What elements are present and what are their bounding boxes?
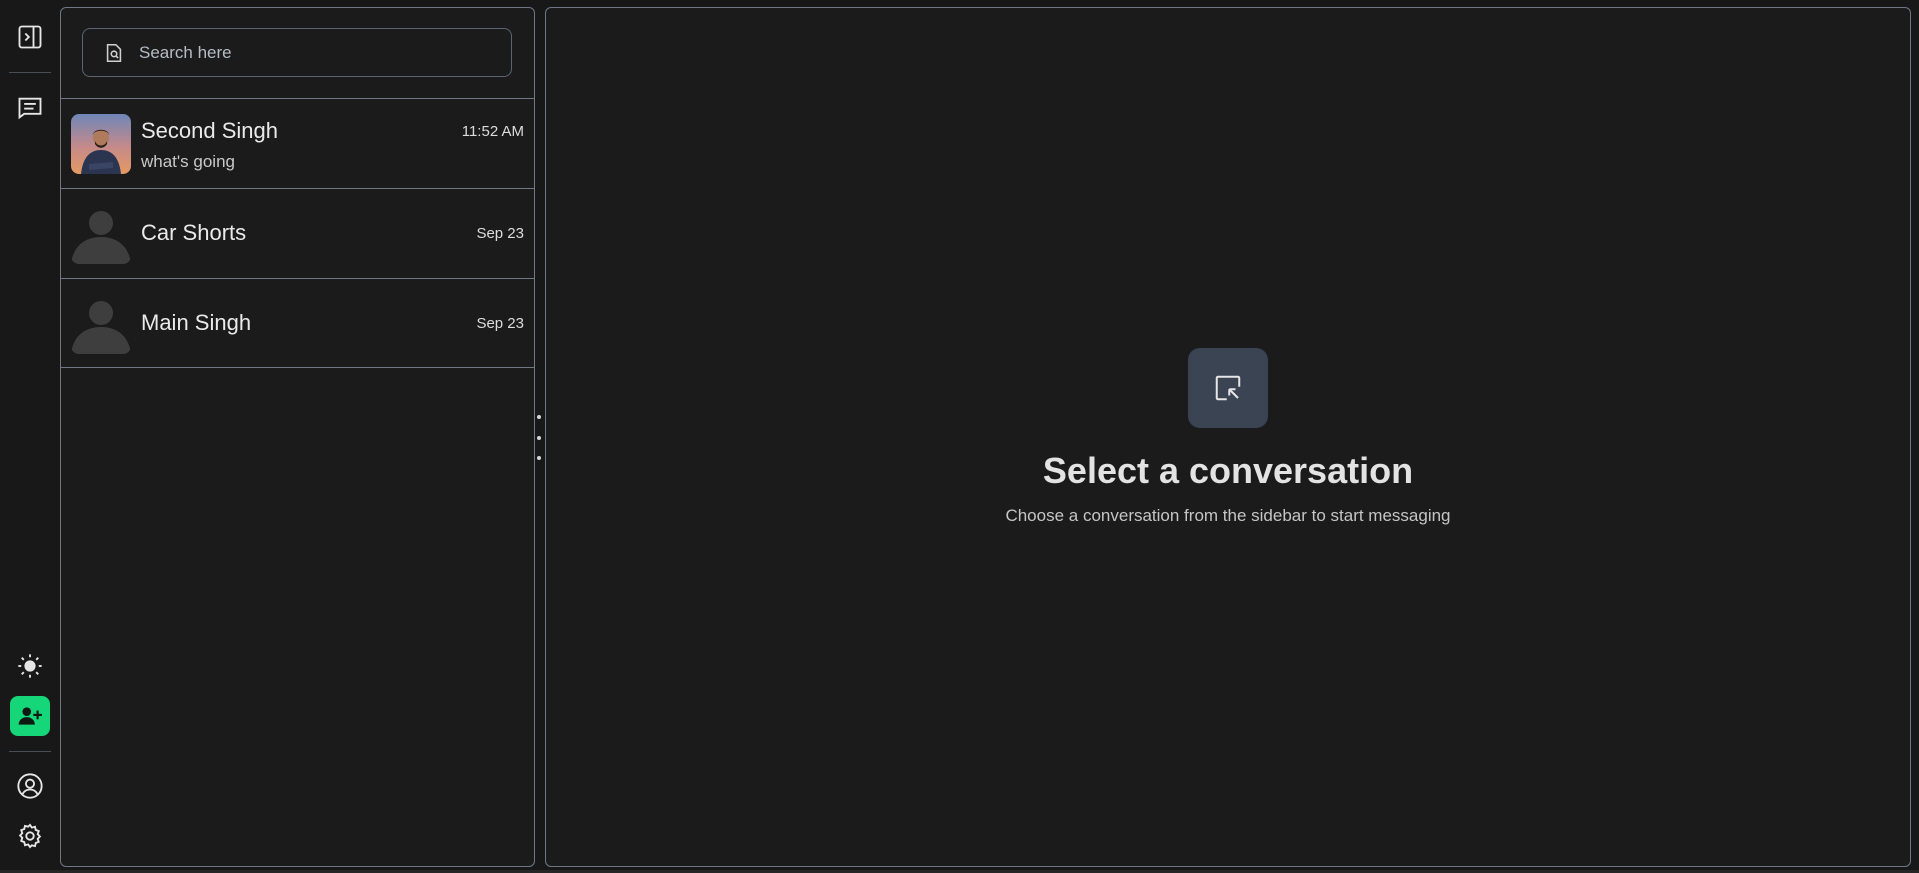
conversation-time: 11:52 AM [461,123,524,140]
conversation-item[interactable]: Main Singh Sep 23 [61,278,534,368]
theme-toggle-button[interactable] [10,646,50,686]
conversation-time: Sep 23 [476,315,524,332]
rail-divider-top [9,72,51,73]
cursor-select-icon [1188,348,1268,428]
search-input[interactable] [139,42,479,63]
profile-icon [17,773,43,799]
chat-main-panel: Select a conversation Choose a conversat… [545,7,1911,867]
conversation-name: Second Singh [141,118,278,143]
empty-state-title: Select a conversation [1042,450,1414,491]
rail-divider-bottom [9,751,51,752]
empty-state-subtitle: Choose a conversation from the sidebar t… [1005,506,1451,525]
sun-icon [18,654,42,678]
conversation-preview: what's going [141,152,235,171]
conversation-name: Main Singh [141,310,252,335]
sidebar-toggle-icon [18,25,42,49]
conversation-item[interactable]: Car Shorts Sep 23 [61,188,534,278]
sidebar-toggle-button[interactable] [10,17,50,57]
search-box[interactable] [82,28,512,77]
settings-button[interactable] [10,816,50,856]
conversation-item[interactable]: Second Singh what's going 11:52 AM [61,98,534,188]
settings-icon [18,823,42,849]
add-user-icon [18,707,42,725]
empty-state: Select a conversation Choose a conversat… [546,348,1910,526]
avatar-photo [71,114,131,174]
conversation-time: Sep 23 [476,225,524,242]
search-icon [103,42,125,64]
profile-button[interactable] [10,766,50,806]
conversation-sidebar: Second Singh what's going 11:52 AM Car S… [60,7,535,867]
chat-icon [18,97,42,120]
add-user-button[interactable] [10,696,50,736]
chats-button[interactable] [10,88,50,128]
app: Second Singh what's going 11:52 AM Car S… [0,0,1919,873]
icon-rail [0,0,60,873]
default-avatar-icon [71,294,131,354]
panel-resize-handle[interactable] [536,415,542,460]
conversation-name: Car Shorts [141,220,247,245]
default-avatar-icon [71,204,131,264]
conversation-list: Second Singh what's going 11:52 AM Car S… [61,98,534,368]
